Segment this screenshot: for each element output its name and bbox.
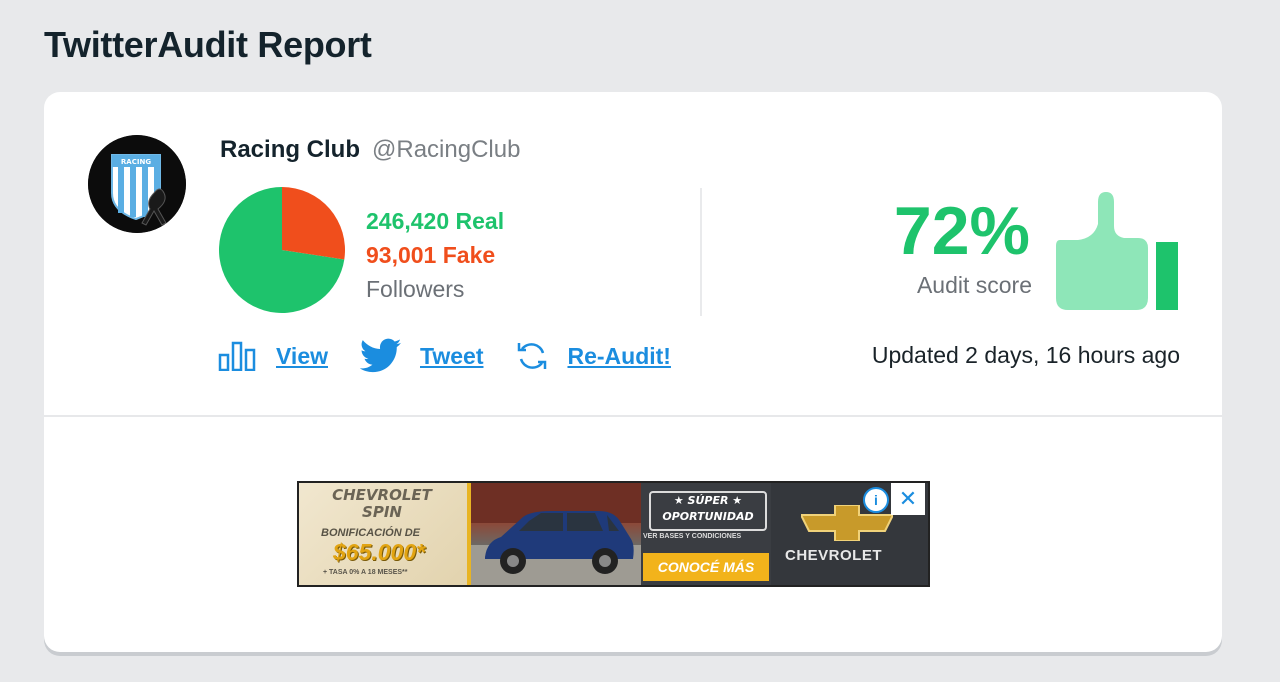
ad-bonus-text: BONIFICACIÓN DE — [321, 527, 420, 539]
report-summary: RACING Racing Club @RacingClub 246,420 Re… — [44, 92, 1222, 417]
reaudit-button[interactable]: Re-Audit! — [515, 339, 671, 373]
followers-pie-chart — [219, 187, 345, 313]
ad-fine-print: + TASA 0% A 18 MESES** — [323, 569, 408, 576]
avatar[interactable]: RACING — [88, 135, 186, 233]
info-icon[interactable]: i — [863, 487, 889, 513]
view-button[interactable]: View — [218, 341, 328, 371]
ad-badge-line1: ★ SÚPER ★ — [673, 494, 743, 507]
real-followers-count: 246,420 Real — [366, 208, 505, 234]
ad-badge-line2: OPORTUNIDAD — [662, 510, 754, 523]
vertical-divider — [700, 188, 702, 316]
ad-logo-panel: CHEVROLET i ✕ — [771, 483, 928, 585]
ad-brand-line: CHEVROLET — [332, 486, 432, 504]
account-header: Racing Club @RacingClub — [220, 136, 520, 164]
report-card: RACING Racing Club @RacingClub 246,420 Re… — [44, 92, 1222, 652]
ad-terms-text: VER BASES Y CONDICIONES — [643, 533, 742, 540]
account-name[interactable]: Racing Club — [220, 136, 360, 163]
ad-model-name: CHEVROLET SPIN — [299, 487, 465, 521]
ad-offer-panel: CHEVROLET SPIN BONIFICACIÓN DE $65.000* … — [299, 483, 471, 585]
advertisement-banner[interactable]: CHEVROLET SPIN BONIFICACIÓN DE $65.000* … — [297, 481, 930, 587]
ad-cta-button[interactable]: CONOCÉ MÁS — [643, 553, 769, 581]
racing-club-crest: RACING — [88, 135, 186, 233]
action-bar: View Tweet Re-Audit! — [218, 338, 703, 374]
twitter-bird-icon — [360, 338, 402, 373]
updated-timestamp: Updated 2 days, 16 hours ago — [871, 342, 1180, 368]
reaudit-link[interactable]: Re-Audit! — [567, 343, 670, 370]
car-illustration — [471, 483, 641, 585]
close-icon[interactable]: ✕ — [891, 483, 925, 515]
account-handle[interactable]: @RacingClub — [372, 136, 520, 163]
tweet-button[interactable]: Tweet — [360, 338, 483, 374]
ad-promo-badge: ★ SÚPER ★ OPORTUNIDAD — [649, 491, 767, 531]
refresh-icon — [518, 343, 547, 369]
tweet-link[interactable]: Tweet — [420, 343, 483, 370]
pie-slice-fake — [282, 187, 345, 260]
svg-text:RACING: RACING — [121, 158, 151, 166]
ad-car-image — [471, 483, 641, 585]
audit-score: 72% Audit score — [893, 193, 1032, 299]
ad-promo-panel: ★ SÚPER ★ OPORTUNIDAD VER BASES Y CONDIC… — [641, 483, 771, 585]
page-title: TwitterAudit Report — [44, 24, 372, 65]
ad-model-line: SPIN — [362, 503, 402, 521]
fake-followers-count: 93,001 Fake — [366, 242, 496, 268]
follower-stats: 246,420 Real 93,001 Fake Followers — [366, 204, 504, 306]
ad-logo-text: CHEVROLET — [785, 547, 883, 564]
thumbs-up-icon — [1056, 192, 1178, 310]
ad-price: $65.000* — [333, 539, 426, 565]
audit-score-value: 72% — [893, 193, 1030, 269]
bar-chart-icon — [218, 341, 256, 371]
followers-caption: Followers — [366, 276, 465, 302]
view-link[interactable]: View — [276, 343, 328, 370]
audit-score-label: Audit score — [916, 272, 1032, 298]
